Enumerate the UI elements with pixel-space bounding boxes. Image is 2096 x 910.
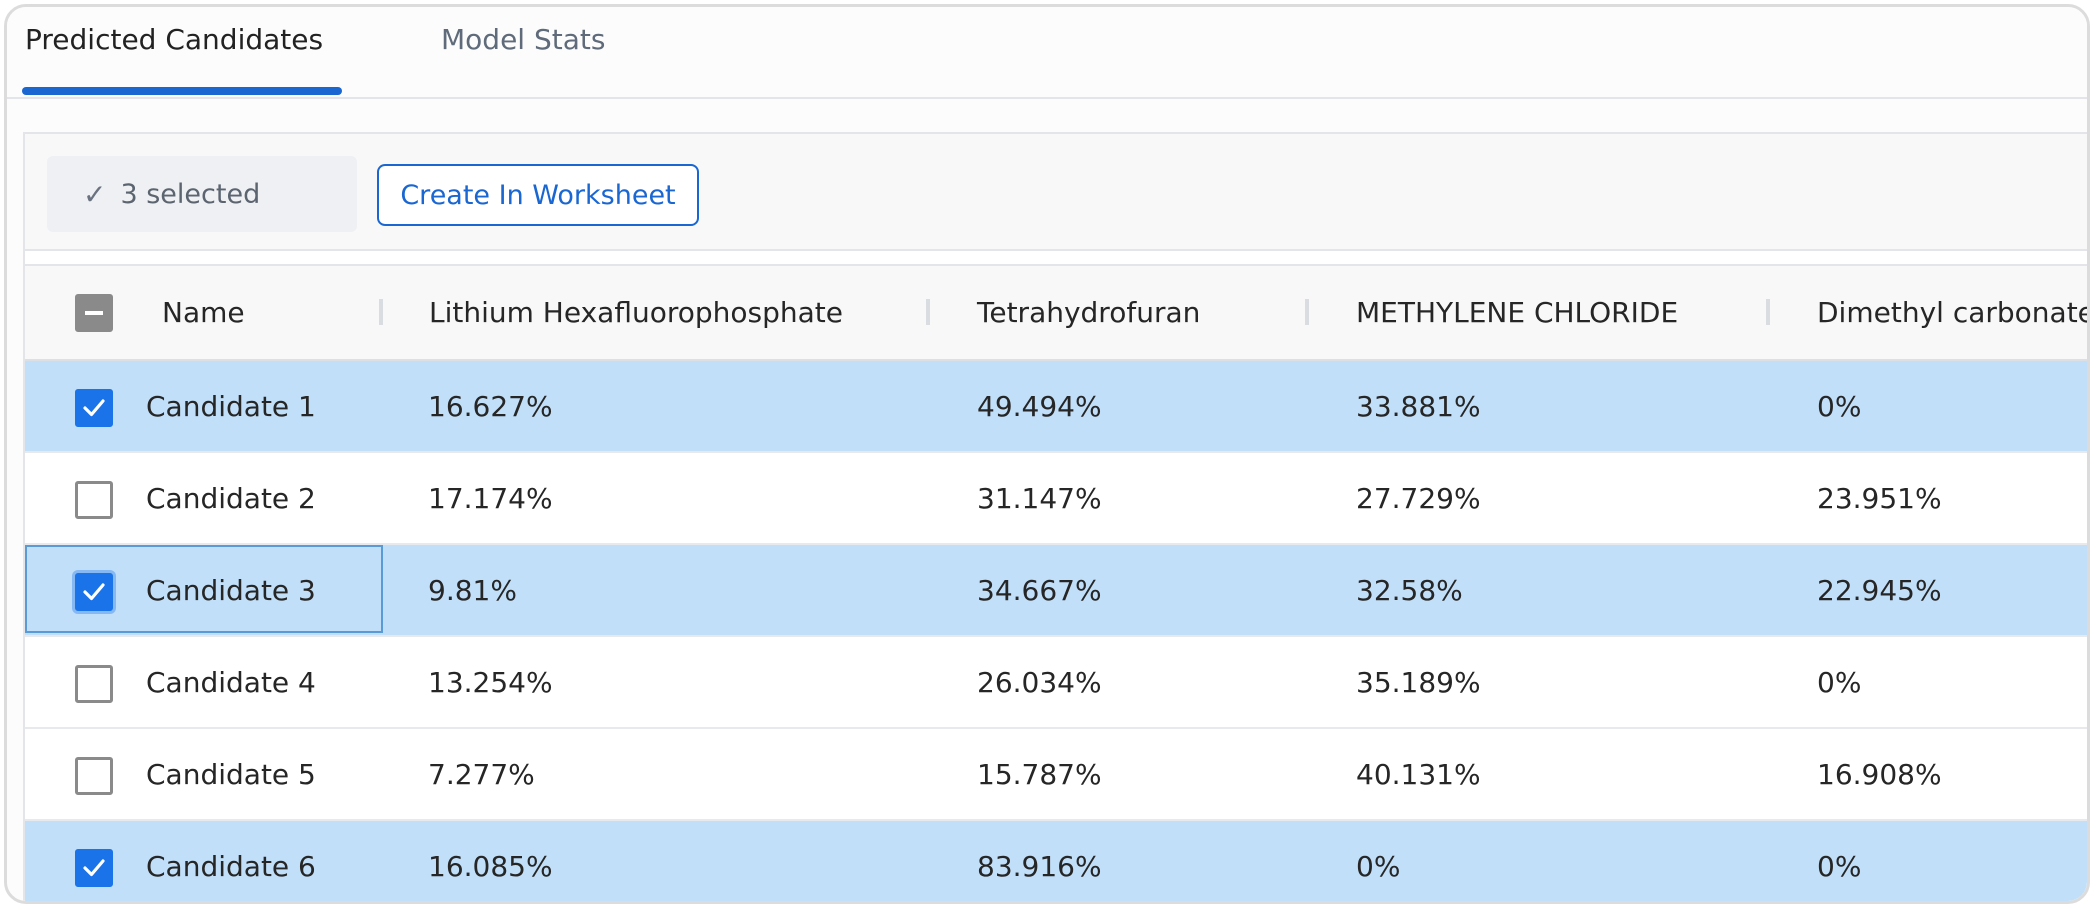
table-header-row: Name Lithium Hexafluorophosphate Tetrahy… — [25, 266, 2087, 361]
cell-lithium-hexafluorophosphate[interactable]: 9.81% — [428, 545, 517, 635]
cell-lithium-hexafluorophosphate[interactable]: 17.174% — [428, 453, 553, 543]
cell-tetrahydrofuran[interactable]: 34.667% — [977, 545, 1102, 635]
column-header-dimethyl-carbonate[interactable]: Dimethyl carbonate — [1817, 266, 2087, 359]
row-checkbox[interactable] — [75, 849, 113, 887]
table-row[interactable]: Candidate 4 13.254% 26.034% 35.189% 0% — [25, 637, 2087, 729]
checkmark-icon — [83, 399, 105, 417]
cell-lithium-hexafluorophosphate[interactable]: 16.085% — [428, 821, 553, 901]
cell-dimethyl-carbonate[interactable]: 16.908% — [1817, 729, 1942, 819]
row-checkbox[interactable] — [75, 665, 113, 703]
cell-tetrahydrofuran[interactable]: 83.916% — [977, 821, 1102, 901]
cell-name[interactable]: Candidate 3 — [146, 545, 316, 635]
cell-methylene-chloride[interactable]: 0% — [1356, 821, 1400, 901]
selection-count-chip: ✓ 3 selected — [47, 156, 357, 232]
checkmark-icon: ✓ — [83, 177, 107, 211]
cell-tetrahydrofuran[interactable]: 49.494% — [977, 361, 1102, 451]
row-checkbox[interactable] — [75, 573, 113, 611]
column-resize-handle[interactable] — [1305, 299, 1309, 325]
select-all-checkbox[interactable] — [75, 294, 113, 332]
cell-tetrahydrofuran[interactable]: 31.147% — [977, 453, 1102, 543]
cell-name[interactable]: Candidate 2 — [146, 453, 316, 543]
row-checkbox[interactable] — [75, 481, 113, 519]
cell-tetrahydrofuran[interactable]: 26.034% — [977, 637, 1102, 727]
column-resize-handle[interactable] — [379, 299, 383, 325]
column-header-lithium-hexafluorophosphate[interactable]: Lithium Hexafluorophosphate — [429, 266, 843, 359]
table-row[interactable]: Candidate 2 17.174% 31.147% 27.729% 23.951% — [25, 453, 2087, 545]
cell-methylene-chloride[interactable]: 33.881% — [1356, 361, 1481, 451]
cell-dimethyl-carbonate[interactable]: 0% — [1817, 637, 1861, 727]
cell-dimethyl-carbonate[interactable]: 23.951% — [1817, 453, 1942, 543]
column-resize-handle[interactable] — [926, 299, 930, 325]
candidates-table: Name Lithium Hexafluorophosphate Tetrahy… — [25, 264, 2087, 901]
cell-name[interactable]: Candidate 1 — [146, 361, 316, 451]
tab-bar: Predicted Candidates Model Stats — [7, 7, 2087, 99]
selection-toolbar: ✓ 3 selected Create In Worksheet — [25, 134, 2087, 251]
create-in-worksheet-button[interactable]: Create In Worksheet — [377, 164, 699, 226]
cell-methylene-chloride[interactable]: 32.58% — [1356, 545, 1463, 635]
table-row[interactable]: Candidate 5 7.277% 15.787% 40.131% 16.908% — [25, 729, 2087, 821]
cell-dimethyl-carbonate[interactable]: 0% — [1817, 821, 1861, 901]
column-resize-handle[interactable] — [1766, 299, 1770, 325]
cell-tetrahydrofuran[interactable]: 15.787% — [977, 729, 1102, 819]
column-header-methylene-chloride[interactable]: METHYLENE CHLORIDE — [1356, 266, 1678, 359]
table-row[interactable]: Candidate 1 16.627% 49.494% 33.881% 0% — [25, 361, 2087, 453]
checkmark-icon — [83, 859, 105, 877]
cell-name[interactable]: Candidate 4 — [146, 637, 316, 727]
candidates-panel: ✓ 3 selected Create In Worksheet Name Li… — [23, 132, 2087, 901]
cell-name[interactable]: Candidate 6 — [146, 821, 316, 901]
cell-methylene-chloride[interactable]: 40.131% — [1356, 729, 1481, 819]
table-row[interactable]: Candidate 6 16.085% 83.916% 0% 0% — [25, 821, 2087, 901]
table-body: Candidate 1 16.627% 49.494% 33.881% 0% Candid… — [25, 361, 2087, 901]
table-row[interactable]: Candidate 3 9.81% 34.667% 32.58% 22.945% — [25, 545, 2087, 637]
cell-lithium-hexafluorophosphate[interactable]: 7.277% — [428, 729, 535, 819]
cell-lithium-hexafluorophosphate[interactable]: 16.627% — [428, 361, 553, 451]
active-tab-indicator — [22, 87, 342, 95]
row-checkbox[interactable] — [75, 389, 113, 427]
cell-dimethyl-carbonate[interactable]: 0% — [1817, 361, 1861, 451]
row-checkbox[interactable] — [75, 757, 113, 795]
app-frame: Predicted Candidates Model Stats ✓ 3 sel… — [4, 4, 2090, 904]
column-header-name[interactable]: Name — [162, 266, 245, 359]
cell-name[interactable]: Candidate 5 — [146, 729, 316, 819]
tab-model-stats[interactable]: Model Stats — [441, 23, 605, 56]
checkmark-icon — [83, 583, 105, 601]
selection-count-label: 3 selected — [120, 178, 261, 210]
cell-dimethyl-carbonate[interactable]: 22.945% — [1817, 545, 1942, 635]
column-header-tetrahydrofuran[interactable]: Tetrahydrofuran — [977, 266, 1200, 359]
cell-lithium-hexafluorophosphate[interactable]: 13.254% — [428, 637, 553, 727]
cell-methylene-chloride[interactable]: 35.189% — [1356, 637, 1481, 727]
cell-methylene-chloride[interactable]: 27.729% — [1356, 453, 1481, 543]
tab-predicted-candidates[interactable]: Predicted Candidates — [25, 23, 323, 56]
